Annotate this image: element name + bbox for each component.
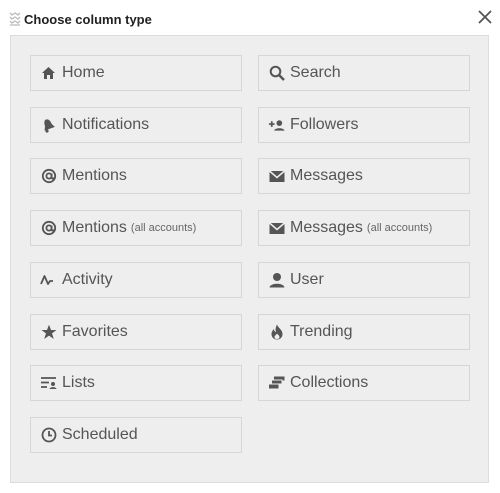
add-person-icon: [268, 117, 285, 134]
column-option-label: Collections: [290, 374, 369, 391]
column-option-label: Lists: [62, 374, 95, 391]
column-option-label: Mentions: [62, 167, 127, 184]
column-option-favorites[interactable]: Favorites: [30, 314, 242, 350]
column-option-scheduled[interactable]: Scheduled: [30, 417, 242, 453]
column-option-label: Search: [290, 64, 341, 81]
column-option-messages[interactable]: Messages: [258, 158, 470, 194]
collections-icon: [268, 375, 285, 392]
column-option-label: Favorites: [62, 323, 128, 340]
column-option-collections[interactable]: Collections: [258, 365, 470, 401]
bell-icon: [40, 117, 57, 134]
column-stack-icon: [8, 11, 21, 27]
at-icon: [40, 220, 57, 237]
column-option-user[interactable]: User: [258, 262, 470, 298]
column-option-label: Notifications: [62, 116, 150, 133]
dialog-header: Choose column type: [8, 8, 152, 30]
column-option-activity[interactable]: Activity: [30, 262, 242, 298]
column-option-mentions-all-accounts[interactable]: Mentions (all accounts): [30, 210, 242, 246]
column-option-label: Mentions: [62, 219, 127, 236]
star-icon: [40, 324, 57, 341]
column-option-trending[interactable]: Trending: [258, 314, 470, 350]
dialog-title: Choose column type: [24, 11, 152, 27]
envelope-icon: [268, 168, 285, 185]
column-type-panel: Home Search Notifications Followers Ment…: [10, 35, 489, 483]
column-option-label: Home: [62, 64, 105, 81]
column-option-sublabel: (all accounts): [366, 222, 433, 234]
column-option-followers[interactable]: Followers: [258, 107, 470, 143]
column-option-mentions[interactable]: Mentions: [30, 158, 242, 194]
flame-icon: [268, 324, 285, 341]
column-option-search[interactable]: Search: [258, 55, 470, 91]
close-button[interactable]: [476, 8, 494, 26]
home-icon: [40, 65, 57, 82]
column-option-label: Activity: [62, 271, 113, 288]
column-option-label: Trending: [290, 323, 353, 340]
column-option-label: Messages: [290, 219, 363, 236]
choose-column-dialog: Choose column type Home Search Notificat…: [0, 0, 500, 493]
column-option-messages-all-accounts[interactable]: Messages (all accounts): [258, 210, 470, 246]
column-option-notifications[interactable]: Notifications: [30, 107, 242, 143]
search-icon: [268, 65, 285, 82]
user-icon: [268, 272, 285, 289]
column-option-label: Followers: [290, 116, 359, 133]
column-option-home[interactable]: Home: [30, 55, 242, 91]
close-icon: [478, 10, 492, 24]
envelope-icon: [268, 220, 285, 237]
column-option-label: Scheduled: [62, 426, 138, 443]
at-icon: [40, 168, 57, 185]
column-option-lists[interactable]: Lists: [30, 365, 242, 401]
column-option-sublabel: (all accounts): [130, 222, 197, 234]
list-icon: [40, 375, 57, 392]
activity-icon: [40, 272, 57, 289]
column-option-label: User: [290, 271, 324, 288]
clock-icon: [40, 427, 57, 444]
column-option-label: Messages: [290, 167, 363, 184]
